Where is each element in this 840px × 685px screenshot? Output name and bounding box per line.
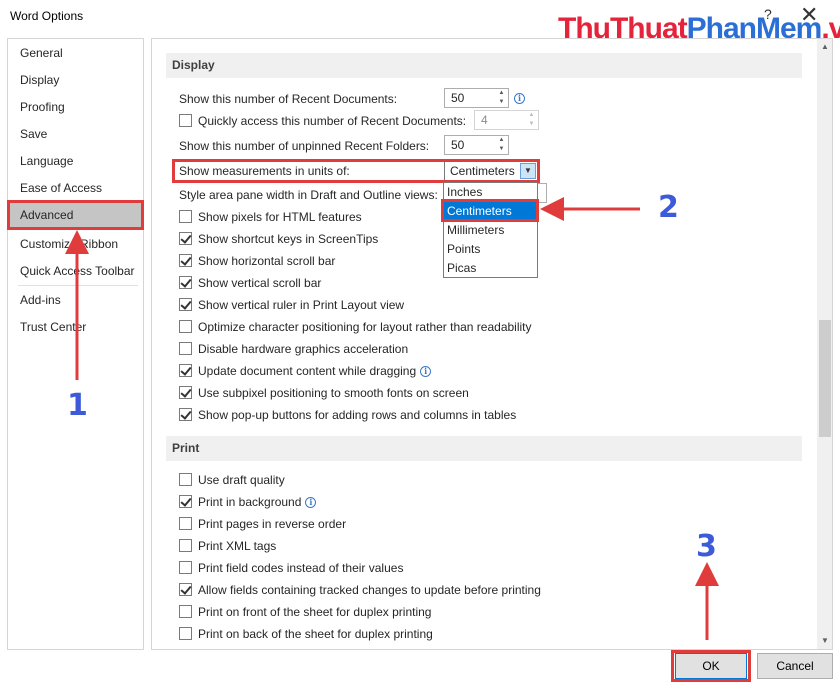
sidebar-item-ease-of-access[interactable]: Ease of Access: [9, 176, 142, 201]
stepper-arrows: ▲ ▼: [525, 111, 538, 129]
annotation-highlight-advanced: [7, 200, 144, 230]
checkbox[interactable]: [179, 276, 192, 289]
style-area-field[interactable]: [538, 183, 547, 203]
section-header-display: Display: [166, 53, 802, 78]
checkbox-row[interactable]: Print on back of the sheet for duplex pr…: [179, 624, 433, 644]
up-arrow-icon: ▲: [498, 137, 505, 143]
checkbox-row[interactable]: Disable hardware graphics acceleration: [179, 339, 408, 359]
cancel-button[interactable]: Cancel: [757, 653, 833, 679]
checkbox[interactable]: [179, 232, 192, 245]
checkbox-row[interactable]: Use draft quality: [179, 470, 285, 490]
sidebar-item-proofing[interactable]: Proofing: [9, 95, 142, 120]
checkbox-row[interactable]: Show horizontal scroll bar: [179, 251, 335, 271]
stepper-arrows[interactable]: ▲ ▼: [495, 136, 508, 154]
sidebar-item-quick-access-toolbar[interactable]: Quick Access Toolbar: [9, 259, 142, 284]
checkbox[interactable]: [179, 298, 192, 311]
measurements-dropdown-list: Inches Centimeters Millimeters Points Pi…: [443, 182, 538, 278]
recent-docs-stepper[interactable]: 50 ▲ ▼: [444, 88, 509, 108]
checkbox-row[interactable]: Print field codes instead of their value…: [179, 558, 403, 578]
options-content-pane: Display Show this number of Recent Docum…: [151, 38, 833, 650]
step-number-1: 1: [67, 388, 88, 423]
style-area-label: Style area pane width in Draft and Outli…: [179, 188, 438, 202]
vertical-scrollbar[interactable]: ▲ ▼: [817, 39, 832, 649]
checkbox[interactable]: [179, 408, 192, 421]
checkbox[interactable]: [179, 495, 192, 508]
quick-access-checkbox[interactable]: [179, 114, 192, 127]
sidebar-item-customize-ribbon[interactable]: Customize Ribbon: [9, 232, 142, 257]
checkbox[interactable]: [179, 605, 192, 618]
dropdown-option-millimeters[interactable]: Millimeters: [444, 221, 537, 240]
checkbox-row[interactable]: Show pop-up buttons for adding rows and …: [179, 405, 516, 425]
recent-docs-label: Show this number of Recent Documents:: [179, 92, 398, 106]
down-arrow-icon: ▼: [498, 99, 505, 105]
checkbox[interactable]: [179, 210, 192, 223]
checkbox[interactable]: [179, 254, 192, 267]
checkbox-row[interactable]: Print in background i: [179, 492, 317, 512]
checkbox[interactable]: [179, 364, 192, 377]
checkbox-row[interactable]: Print XML tags: [179, 536, 276, 556]
checkbox-row[interactable]: Print pages in reverse order: [179, 514, 346, 534]
unpinned-folders-label: Show this number of unpinned Recent Fold…: [179, 139, 430, 153]
dropdown-option-picas[interactable]: Picas: [444, 259, 537, 278]
step-number-2: 2: [658, 190, 679, 225]
checkbox-row[interactable]: Update document content while dragging i: [179, 361, 432, 381]
up-arrow-icon: ▲: [498, 90, 505, 96]
checkbox-row[interactable]: Use subpixel positioning to smooth fonts…: [179, 383, 469, 403]
sidebar-item-general[interactable]: General: [9, 41, 142, 66]
annotation-highlight-measurements: [172, 159, 540, 183]
checkbox-row[interactable]: Show pixels for HTML features: [179, 207, 362, 227]
sidebar-item-save[interactable]: Save: [9, 122, 142, 147]
checkbox[interactable]: [179, 342, 192, 355]
scrollbar-thumb[interactable]: [819, 320, 831, 437]
up-arrow-icon: ▲: [528, 112, 535, 118]
checkbox[interactable]: [179, 386, 192, 399]
down-arrow-icon: ▼: [498, 146, 505, 152]
annotation-highlight-ok: [671, 650, 751, 682]
checkbox[interactable]: [179, 561, 192, 574]
scroll-up-arrow-icon[interactable]: ▲: [817, 39, 832, 55]
checkbox[interactable]: [179, 517, 192, 530]
section-header-print: Print: [166, 436, 802, 461]
checkbox-row[interactable]: Show vertical ruler in Print Layout view: [179, 295, 404, 315]
checkbox-row[interactable]: Print on front of the sheet for duplex p…: [179, 602, 431, 622]
sidebar-separator: [18, 285, 138, 286]
stepper-arrows[interactable]: ▲ ▼: [495, 89, 508, 107]
unpinned-folders-stepper[interactable]: 50 ▲ ▼: [444, 135, 509, 155]
checkbox-row[interactable]: Allow fields containing tracked changes …: [179, 580, 541, 600]
sidebar-item-language[interactable]: Language: [9, 149, 142, 174]
sidebar-item-display[interactable]: Display: [9, 68, 142, 93]
annotation-highlight-centimeters: [441, 199, 539, 222]
window-title: Word Options: [10, 9, 84, 23]
down-arrow-icon: ▼: [528, 121, 535, 127]
checkbox[interactable]: [179, 473, 192, 486]
sidebar-item-trust-center[interactable]: Trust Center: [9, 315, 142, 340]
quick-access-row[interactable]: Quickly access this number of Recent Doc…: [179, 111, 466, 131]
scroll-down-arrow-icon[interactable]: ▼: [817, 633, 832, 649]
checkbox-row[interactable]: Show vertical scroll bar: [179, 273, 321, 293]
checkbox[interactable]: [179, 627, 192, 640]
checkbox[interactable]: [179, 539, 192, 552]
checkbox-row[interactable]: Show shortcut keys in ScreenTips: [179, 229, 378, 249]
quick-access-stepper: 4 ▲ ▼: [474, 110, 539, 130]
sidebar-item-add-ins[interactable]: Add-ins: [9, 288, 142, 313]
info-icon: i: [305, 497, 317, 508]
checkbox[interactable]: [179, 583, 192, 596]
dropdown-option-points[interactable]: Points: [444, 240, 537, 259]
options-sidebar: General Display Proofing Save Language E…: [7, 38, 144, 650]
info-icon: i: [420, 366, 432, 377]
checkbox[interactable]: [179, 320, 192, 333]
step-number-3: 3: [696, 529, 717, 564]
checkbox-row[interactable]: Optimize character positioning for layou…: [179, 317, 532, 337]
info-icon: i: [514, 93, 525, 104]
